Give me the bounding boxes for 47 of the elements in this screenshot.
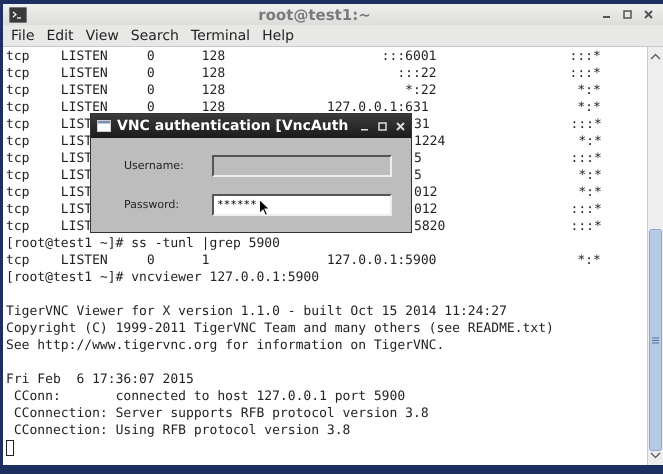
terminal-line: 012 *:* <box>414 184 602 201</box>
terminal-line: tcp LIST <box>6 133 92 150</box>
window-icon <box>97 120 111 132</box>
terminal-line: Copyright (C) 1999-2011 TigerVNC Team and many others (see README.txt) <box>6 320 555 337</box>
terminal-line: tcp LISTEN 0 128 *:22 *:* <box>6 82 602 99</box>
terminal-line: 012 :::* <box>414 201 602 218</box>
terminal-line: 5820 :::* <box>414 218 602 235</box>
terminal-line: TigerVNC Viewer for X version 1.1.0 - built Oct 15 2014 11:24:27 <box>6 303 508 320</box>
terminal-line: tcp LIST <box>6 116 92 133</box>
dialog-title: VNC authentication [VncAuth <box>117 118 350 134</box>
terminal-line: CConnection: Server supports RFB protocol version 3.8 <box>12 405 430 422</box>
mouse-pointer-icon <box>259 199 270 216</box>
menu-item[interactable]: Search <box>124 28 185 44</box>
menu-item[interactable]: File <box>5 28 40 44</box>
terminal-line: 1224 *:* <box>414 133 602 150</box>
terminal-line: [root@test1 ~]# vncviewer 127.0.0.1:5900 <box>6 269 320 286</box>
terminal-line: CConn: connected to host 127.0.0.1 port 5900 <box>12 388 406 405</box>
menu-item[interactable]: View <box>80 28 125 44</box>
terminal-line: tcp LISTEN 0 128 :::6001 :::* <box>6 48 602 65</box>
scrollbar[interactable] <box>647 47 663 465</box>
terminal-line: 5 :::* <box>414 150 602 167</box>
terminal-line: tcp LIST <box>6 167 92 184</box>
field-label: Username: <box>124 159 185 172</box>
terminal-line: 5 *:* <box>414 167 602 184</box>
terminal-line: tcp LIST <box>6 201 92 218</box>
terminal-line: tcp LISTEN 0 128 :::22 :::* <box>6 65 602 82</box>
terminal-line: tcp LISTEN 0 1 127.0.0.1:5900 *:* <box>6 252 602 269</box>
terminal-line: [root@test1 ~]# ss -tunl |grep 5900 <box>6 235 281 252</box>
input-field[interactable]: ****** <box>212 194 392 216</box>
maximize-icon[interactable] <box>623 10 632 20</box>
terminal-icon <box>9 6 27 23</box>
window-title: root@test1:~ <box>257 6 372 24</box>
close-icon[interactable] <box>644 10 653 20</box>
terminal-line: CConnection: Using RFB protocol version 3.8 <box>12 422 352 439</box>
menu-item[interactable]: Terminal <box>184 28 256 44</box>
terminal-line: 31 :::* <box>414 116 602 133</box>
terminal-line: See http://www.tigervnc.org for information on TigerVNC. <box>6 337 446 354</box>
terminal-line: tcp LIST <box>6 218 92 235</box>
terminal-line: Fri Feb 6 17:36:07 2015 <box>6 371 195 388</box>
scrollbar-thumb[interactable] <box>649 229 662 451</box>
text-cursor <box>6 440 14 456</box>
menu-item[interactable]: Edit <box>40 28 80 44</box>
terminal-line: tcp LIST <box>6 150 92 167</box>
menu-item[interactable]: Help <box>256 28 300 44</box>
terminal-line: tcp LISTEN 0 128 127.0.0.1:631 *:* <box>6 99 602 116</box>
terminal-line: tcp LIST <box>6 184 92 201</box>
field-label: Password: <box>124 198 180 211</box>
